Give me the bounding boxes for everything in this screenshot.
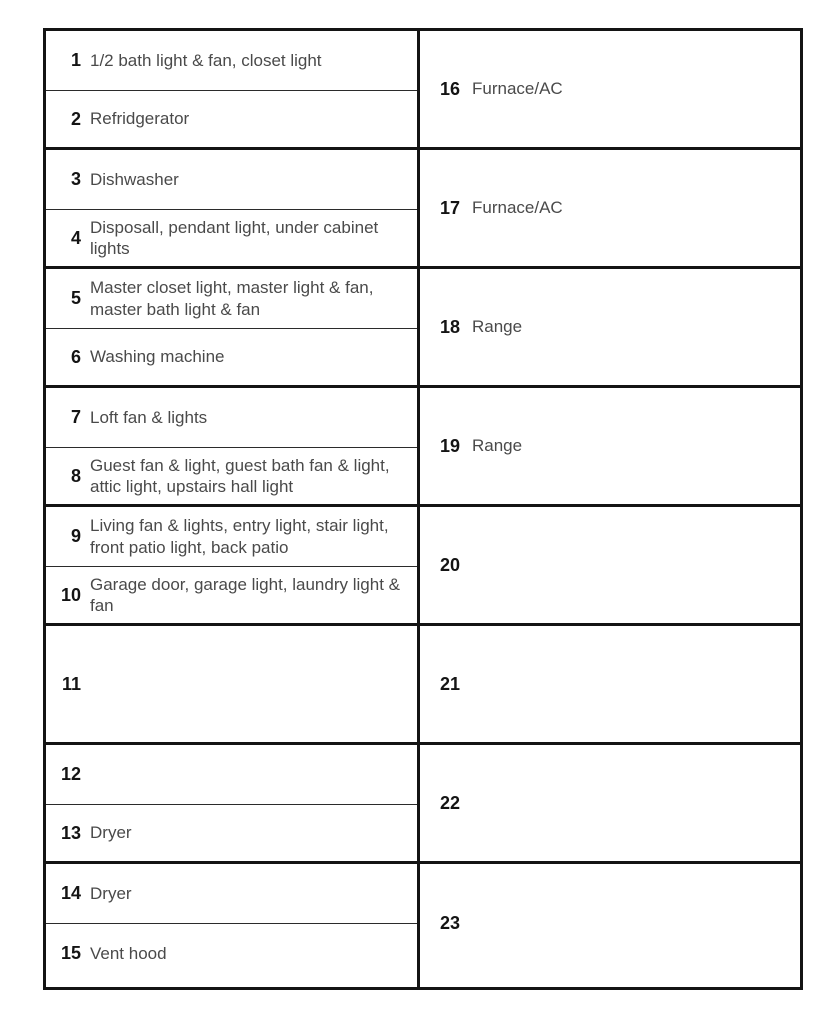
circuit-number-1: 1 [70,50,81,71]
circuit-description-5: Master closet light, master light & fan,… [90,278,374,319]
circuit-row-12[interactable]: 12 [46,745,417,805]
circuit-description-9: Living fan & lights, entry light, stair … [90,516,389,557]
circuit-description-3: Dishwasher [90,169,179,189]
circuit-number-18: 18 [439,316,460,337]
circuit-row-16[interactable]: 16 Furnace/AC [420,31,800,150]
circuit-number-6: 6 [70,346,81,367]
circuit-row-6[interactable]: 6 Washing machine [46,329,417,388]
circuit-description-2: Refridgerator [90,109,190,129]
breaker-panel-directory-table: 1 1/2 bath light & fan, closet light 2 Refr… [43,28,803,990]
circuit-row-13[interactable]: 13 Dryer [46,805,417,864]
circuit-description-4: Disposall, pendant light, under cabinet … [90,217,379,258]
circuit-number-20: 20 [439,554,460,575]
circuit-description-8: Guest fan & light, guest bath fan & ligh… [90,455,390,496]
circuit-row-10[interactable]: 10 Garage door, garage light, laundry lig… [46,567,417,626]
circuit-number-12: 12 [60,764,81,785]
circuit-number-23: 23 [439,913,460,934]
circuit-number-14: 14 [60,883,81,904]
circuit-row-14[interactable]: 14 Dryer [46,864,417,924]
circuit-description-16: Furnace/AC [472,79,563,99]
circuit-description-14: Dryer [90,883,132,903]
circuit-description-13: Dryer [90,823,132,843]
circuit-row-4[interactable]: 4 Disposall, pendant light, under cabinet… [46,210,417,269]
circuit-number-3: 3 [70,169,81,190]
circuit-number-16: 16 [439,78,460,99]
circuit-number-22: 22 [439,792,460,813]
right-circuit-column: 16 Furnace/AC 17 Furnace/AC 18 Range 19 Range 20… [420,31,800,987]
left-circuit-column: 1 1/2 bath light & fan, closet light 2 Refr… [46,31,420,987]
circuit-number-13: 13 [60,822,81,843]
circuit-description-17: Furnace/AC [472,198,563,218]
circuit-number-8: 8 [70,465,81,486]
circuit-number-4: 4 [70,227,81,248]
circuit-row-17[interactable]: 17 Furnace/AC [420,150,800,269]
circuit-number-9: 9 [70,526,81,547]
circuit-row-1[interactable]: 1 1/2 bath light & fan, closet light [46,31,417,91]
circuit-row-9[interactable]: 9 Living fan & lights, entry light, stair… [46,507,417,567]
circuit-number-11: 11 [61,673,81,694]
circuit-row-15[interactable]: 15 Vent hood [46,924,417,983]
circuit-row-3[interactable]: 3 Dishwasher [46,150,417,210]
circuit-description-7: Loft fan & lights [90,407,208,427]
circuit-number-5: 5 [70,288,81,309]
circuit-row-18[interactable]: 18 Range [420,269,800,388]
circuit-description-10: Garage door, garage light, laundry light… [90,574,400,615]
circuit-row-23[interactable]: 23 [420,864,800,983]
circuit-number-10: 10 [60,584,81,605]
circuit-description-18: Range [472,317,523,337]
circuit-row-8[interactable]: 8 Guest fan & light, guest bath fan & lig… [46,448,417,507]
circuit-number-19: 19 [439,435,460,456]
circuit-row-20[interactable]: 20 [420,507,800,626]
circuit-row-11[interactable]: 11 [46,626,417,745]
circuit-row-2[interactable]: 2 Refridgerator [46,91,417,150]
circuit-number-2: 2 [70,108,81,129]
circuit-row-19[interactable]: 19 Range [420,388,800,507]
circuit-number-15: 15 [60,943,81,964]
circuit-number-7: 7 [70,407,81,428]
circuit-number-17: 17 [439,197,460,218]
circuit-description-1: 1/2 bath light & fan, closet light [90,50,322,70]
circuit-row-7[interactable]: 7 Loft fan & lights [46,388,417,448]
circuit-row-22[interactable]: 22 [420,745,800,864]
circuit-number-21: 21 [439,673,460,694]
circuit-description-6: Washing machine [90,347,225,367]
circuit-description-15: Vent hood [90,943,167,963]
circuit-row-5[interactable]: 5 Master closet light, master light & fan… [46,269,417,329]
circuit-description-19: Range [472,436,523,456]
circuit-row-21[interactable]: 21 [420,626,800,745]
